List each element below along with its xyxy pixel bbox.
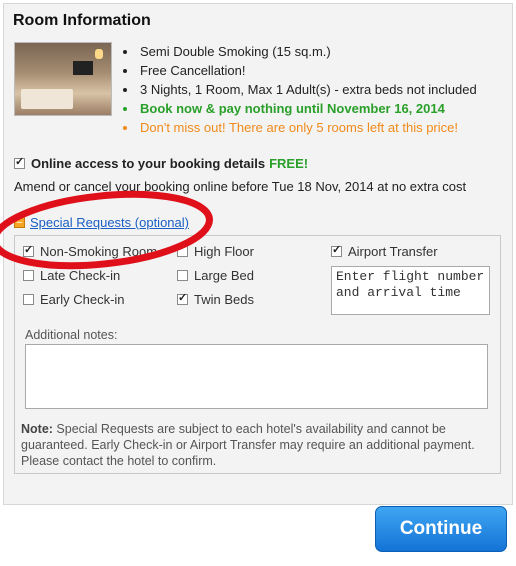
special-requests-link[interactable]: Special Requests (optional) — [30, 215, 189, 230]
room-information-title: Room Information — [13, 12, 151, 29]
room-information-panel: Room Information Semi Double Smoking (15… — [3, 3, 513, 505]
non-smoking-room-checkbox[interactable] — [23, 243, 34, 257]
airport-transfer-label: Airport Transfer — [348, 244, 438, 259]
option-late-check-in[interactable]: Late Check-in — [23, 268, 120, 283]
scarcity-notice: Don't miss out! There are only 5 rooms l… — [138, 118, 477, 137]
pay-later-notice: Book now & pay nothing until November 16… — [138, 99, 477, 118]
special-requests-toggle[interactable]: – Special Requests (optional) — [14, 215, 189, 230]
option-airport-transfer[interactable]: Airport Transfer — [331, 243, 438, 259]
option-high-floor[interactable]: High Floor — [177, 244, 254, 259]
flight-details-input[interactable] — [331, 266, 490, 315]
twin-beds-checkbox[interactable] — [177, 291, 188, 305]
high-floor-checkbox[interactable] — [177, 246, 188, 257]
amend-notice: Amend or cancel your booking online befo… — [14, 179, 467, 194]
large-bed-checkbox[interactable] — [177, 270, 188, 281]
twin-beds-label: Twin Beds — [194, 292, 254, 307]
room-photo — [14, 42, 112, 116]
stay-summary: 3 Nights, 1 Room, Max 1 Adult(s) - extra… — [138, 80, 477, 99]
option-twin-beds[interactable]: Twin Beds — [177, 291, 254, 307]
late-check-in-label: Late Check-in — [40, 268, 121, 283]
cancellation-policy: Free Cancellation! — [138, 61, 477, 80]
additional-notes-input[interactable] — [25, 344, 488, 409]
airport-transfer-checkbox[interactable] — [331, 243, 342, 257]
option-non-smoking-room[interactable]: Non-Smoking Room — [23, 243, 158, 259]
option-early-check-in[interactable]: Early Check-in — [23, 292, 125, 307]
collapse-icon[interactable]: – — [14, 217, 25, 228]
high-floor-label: High Floor — [194, 244, 254, 259]
continue-button[interactable]: Continue — [375, 506, 507, 552]
special-requests-note: Note: Special Requests are subject to ea… — [21, 421, 495, 469]
note-label: Note: — [21, 422, 53, 436]
online-access-option[interactable]: Online access to your booking details FR… — [14, 155, 309, 171]
room-details-list: Semi Double Smoking (15 sq.m.) Free Canc… — [124, 42, 477, 137]
early-check-in-checkbox[interactable] — [23, 294, 34, 305]
online-access-checkbox[interactable] — [14, 155, 25, 169]
free-badge: FREE! — [269, 156, 309, 171]
early-check-in-label: Early Check-in — [40, 292, 125, 307]
room-type: Semi Double Smoking (15 sq.m.) — [138, 42, 477, 61]
special-requests-box: Non-Smoking Room High Floor Airport Tran… — [14, 235, 501, 474]
non-smoking-room-label: Non-Smoking Room — [40, 244, 158, 259]
note-text: Special Requests are subject to each hot… — [21, 422, 475, 468]
online-access-label: Online access to your booking details — [31, 156, 266, 171]
late-check-in-checkbox[interactable] — [23, 270, 34, 281]
additional-notes-label: Additional notes: — [25, 328, 118, 342]
option-large-bed[interactable]: Large Bed — [177, 268, 254, 283]
large-bed-label: Large Bed — [194, 268, 254, 283]
